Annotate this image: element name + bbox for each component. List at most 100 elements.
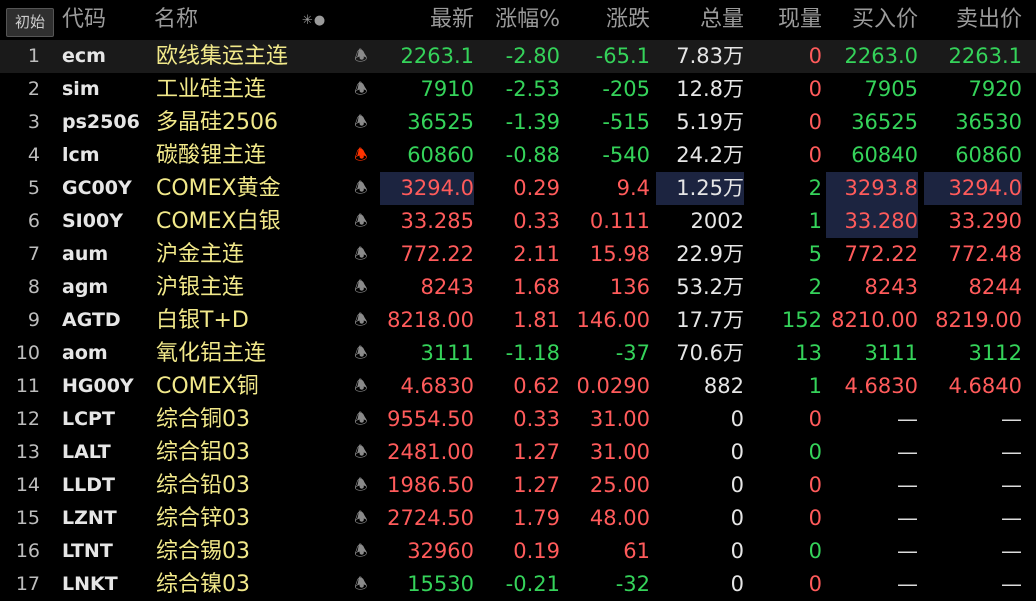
table-row[interactable]: 17 LNKT 综合镍03 🕭 15530 -0.21 -32 0 0 — — [0, 568, 1036, 601]
row-index: 15 [15, 507, 40, 529]
col-name-header[interactable]: 名称 [154, 0, 198, 40]
table-row[interactable]: 16 LTNT 综合锡03 🕭 32960 0.19 61 0 0 — — [0, 535, 1036, 568]
row-bid: — [897, 539, 918, 563]
table-row[interactable]: 8 agm 沪银主连 🕭 8243 1.68 136 53.2万 2 8243 8244 [0, 271, 1036, 304]
row-ask: 33.290 [948, 209, 1022, 233]
row-volume: 24.2万 [676, 143, 744, 167]
row-change: -65.1 [595, 44, 650, 68]
row-name: 工业硅主连 [156, 77, 267, 102]
row-latest: 9554.50 [387, 407, 474, 431]
bell-icon[interactable]: 🕭 [352, 568, 370, 601]
bell-icon[interactable]: 🕭 [352, 106, 370, 139]
row-current: 0 [808, 473, 822, 497]
bell-icon[interactable]: 🕭 [352, 205, 370, 238]
table-row[interactable]: 5 GC00Y COMEX黄金 🕭 3294.0 0.29 9.4 1.25万 2 3293.8 3… [0, 172, 1036, 205]
table-row[interactable]: 13 LALT 综合铝03 🕭 2481.00 1.27 31.00 0 0 — — [0, 436, 1036, 469]
row-name: 白银T+D [156, 308, 249, 333]
bell-icon[interactable]: 🕭 [352, 304, 370, 337]
col-latest-header[interactable]: 最新 [380, 0, 474, 40]
row-change: 15.98 [589, 242, 650, 266]
row-current: 0 [808, 572, 822, 596]
row-current: 1 [808, 374, 822, 398]
table-row[interactable]: 14 LLDT 综合铅03 🕭 1986.50 1.27 25.00 0 0 — — [0, 469, 1036, 502]
init-button[interactable]: 初始 [6, 8, 54, 37]
row-index: 13 [15, 441, 40, 463]
row-index: 4 [27, 144, 40, 166]
row-bid: 7905 [864, 77, 918, 101]
row-code: LZNT [62, 507, 117, 529]
row-bid: 4.6830 [844, 374, 918, 398]
bell-icon[interactable]: 🕭 [352, 337, 370, 370]
row-change: -32 [615, 572, 650, 596]
row-index: 7 [27, 243, 40, 265]
row-name: COMEX铜 [156, 374, 259, 399]
row-pct: -1.39 [505, 110, 560, 134]
table-row[interactable]: 4 lcm 碳酸锂主连 🕭 60860 -0.88 -540 24.2万 0 60840 60860 [0, 139, 1036, 172]
col-pct-header[interactable]: 涨幅% [478, 0, 560, 40]
col-code-header[interactable]: 代码 [62, 0, 106, 40]
bell-icon[interactable]: 🕭 [352, 403, 370, 436]
row-volume: 7.83万 [676, 44, 744, 68]
table-row[interactable]: 10 aom 氧化铝主连 🕭 3111 -1.18 -37 70.6万 13 3111 3112 [0, 337, 1036, 370]
col-change-header[interactable]: 涨跌 [566, 0, 650, 40]
bell-icon[interactable]: 🕭 [352, 139, 370, 172]
row-bid: 8243 [864, 275, 918, 299]
row-volume: 2002 [690, 209, 744, 233]
row-code: LLDT [62, 474, 115, 496]
row-pct: -0.21 [505, 572, 560, 596]
row-index: 8 [27, 276, 40, 298]
row-change: 48.00 [589, 506, 650, 530]
table-row[interactable]: 9 AGTD 白银T+D 🕭 8218.00 1.81 146.00 17.7万 152 8210… [0, 304, 1036, 337]
table-row[interactable]: 2 sim 工业硅主连 🕭 7910 -2.53 -205 12.8万 0 7905 7920 [0, 73, 1036, 106]
col-current-header[interactable]: 现量 [748, 0, 822, 40]
row-index: 3 [27, 111, 40, 133]
table-row[interactable]: 1 ecm 欧线集运主连 🕭 2263.1 -2.80 -65.1 7.83万 0 2263.0 2… [0, 40, 1036, 73]
row-bid: 8210.00 [831, 308, 918, 332]
bell-icon[interactable]: 🕭 [352, 469, 370, 502]
row-name: 综合锌03 [156, 506, 250, 531]
sort-toggle-icon[interactable]: ✳● [302, 13, 326, 28]
row-ask: 8244 [968, 275, 1022, 299]
table-row[interactable]: 6 SI00Y COMEX白银 🕭 33.285 0.33 0.111 2002 1 33.280… [0, 205, 1036, 238]
row-name: 综合锡03 [156, 539, 250, 564]
row-bid: 33.280 [826, 205, 918, 238]
row-change: 0.0290 [576, 374, 650, 398]
row-pct: -2.53 [505, 77, 560, 101]
row-pct: 1.27 [513, 473, 560, 497]
row-change: 136 [609, 275, 650, 299]
table-row[interactable]: 3 ps2506 多晶硅2506 🕭 36525 -1.39 -515 5.19万 0 36525… [0, 106, 1036, 139]
bell-icon[interactable]: 🕭 [352, 172, 370, 205]
col-ask-header[interactable]: 卖出价 [924, 0, 1022, 40]
row-pct: 0.62 [513, 374, 560, 398]
bell-icon[interactable]: 🕭 [352, 271, 370, 304]
row-volume: 882 [703, 374, 744, 398]
row-index: 16 [15, 540, 40, 562]
bell-icon[interactable]: 🕭 [352, 40, 370, 73]
bell-icon[interactable]: 🕭 [352, 238, 370, 271]
row-current: 0 [808, 407, 822, 431]
col-bid-header[interactable]: 买入价 [826, 0, 918, 40]
row-volume: 0 [730, 506, 744, 530]
table-row[interactable]: 15 LZNT 综合锌03 🕭 2724.50 1.79 48.00 0 0 — — [0, 502, 1036, 535]
bell-icon[interactable]: 🕭 [352, 436, 370, 469]
row-volume: 5.19万 [676, 110, 744, 134]
row-ask: — [1001, 539, 1022, 563]
row-change: 61 [623, 539, 650, 563]
row-index: 9 [27, 309, 40, 331]
bell-icon[interactable]: 🕭 [352, 535, 370, 568]
row-ask: — [1001, 440, 1022, 464]
table-row[interactable]: 7 aum 沪金主连 🕭 772.22 2.11 15.98 22.9万 5 772.22 772.… [0, 238, 1036, 271]
row-ask: 3294.0 [924, 172, 1022, 205]
row-code: GC00Y [62, 177, 132, 199]
bell-icon[interactable]: 🕭 [352, 370, 370, 403]
table-row[interactable]: 11 HG00Y COMEX铜 🕭 4.6830 0.62 0.0290 882 1 4.6830… [0, 370, 1036, 403]
bell-icon[interactable]: 🕭 [352, 502, 370, 535]
col-volume-header[interactable]: 总量 [656, 0, 744, 40]
row-code: sim [62, 78, 100, 100]
bell-icon[interactable]: 🕭 [352, 73, 370, 106]
row-ask: 2263.1 [948, 44, 1022, 68]
row-volume: 1.25万 [656, 172, 744, 205]
row-bid: — [897, 473, 918, 497]
table-row[interactable]: 12 LCPT 综合铜03 🕭 9554.50 0.33 31.00 0 0 — — [0, 403, 1036, 436]
row-pct: -2.80 [505, 44, 560, 68]
